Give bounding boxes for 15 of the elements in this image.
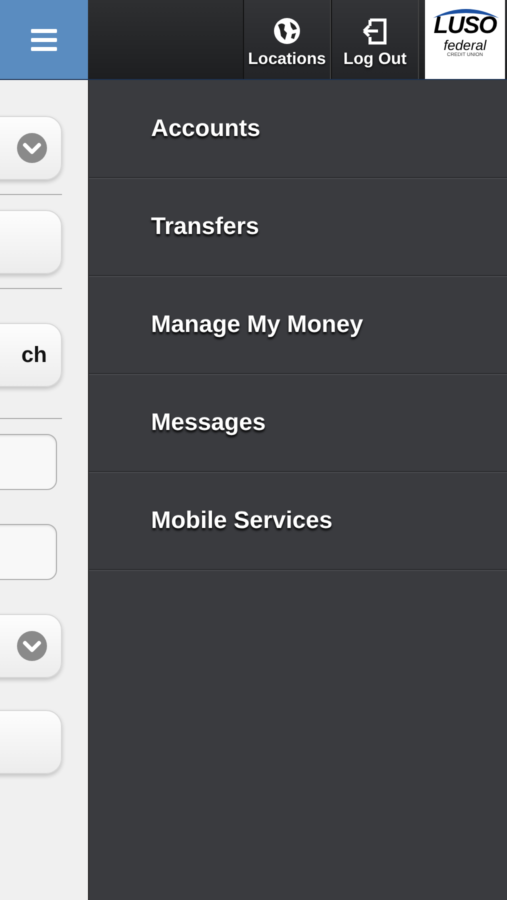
menu-item[interactable]: Transfers (89, 178, 507, 276)
menu-icon (31, 28, 57, 52)
menu-button[interactable] (0, 0, 88, 79)
logout-button[interactable]: Log Out (331, 0, 419, 79)
logo-name: LUSO (434, 14, 496, 38)
menu-item[interactable]: Accounts (89, 80, 507, 178)
menu-item[interactable]: Manage My Money (89, 276, 507, 374)
menu-item[interactable]: Messages (89, 374, 507, 472)
form-button[interactable]: ch (0, 323, 62, 387)
menu-item[interactable]: Mobile Services (89, 472, 507, 570)
chevron-down-icon (17, 133, 47, 163)
locations-button[interactable]: Locations (243, 0, 331, 79)
globe-icon (272, 16, 302, 46)
chevron-down-icon (17, 631, 47, 661)
logo-subtitle: federal (444, 38, 486, 52)
